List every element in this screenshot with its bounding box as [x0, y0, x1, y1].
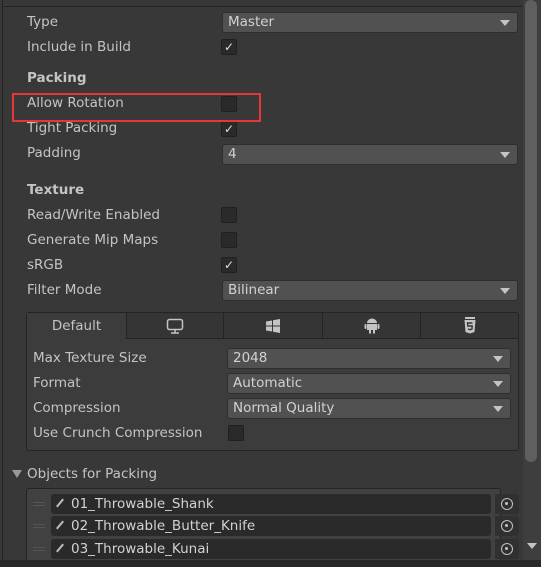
- chevron-down-icon: [500, 288, 510, 294]
- target-icon: [501, 520, 513, 532]
- list-item: 01_Throwable_Shank: [27, 493, 519, 515]
- object-field[interactable]: 01_Throwable_Shank: [51, 494, 491, 514]
- format-label: Format: [33, 375, 81, 391]
- compression-label: Compression: [33, 400, 121, 416]
- object-picker-button[interactable]: [495, 516, 519, 536]
- padding-label: Padding: [27, 145, 81, 161]
- format-dropdown[interactable]: Automatic: [227, 373, 511, 394]
- windows-icon: [266, 318, 280, 333]
- chevron-down-icon: [493, 406, 503, 412]
- padding-dropdown[interactable]: 4: [222, 144, 518, 165]
- mip-maps-checkbox[interactable]: [221, 232, 237, 248]
- chevron-down-icon: [493, 356, 503, 362]
- tab-default-label: Default: [51, 318, 102, 334]
- drag-handle-icon[interactable]: [33, 524, 45, 528]
- target-icon: [501, 543, 513, 555]
- platform-tabs: Default: [27, 313, 518, 339]
- objects-for-packing-header[interactable]: Objects for Packing: [27, 465, 157, 483]
- object-name: 01_Throwable_Shank: [71, 496, 214, 512]
- tab-android[interactable]: [323, 313, 421, 339]
- max-texture-size-label: Max Texture Size: [33, 350, 147, 366]
- highlight-box: [12, 93, 261, 122]
- objects-list: 01_Throwable_Shank 02_Throwable_Butter_K…: [26, 488, 519, 567]
- list-item: 02_Throwable_Butter_Knife: [27, 515, 519, 537]
- include-in-build-checkbox[interactable]: ✓: [221, 39, 237, 55]
- bottom-bar: [0, 560, 541, 567]
- compression-dropdown[interactable]: Normal Quality: [227, 398, 511, 419]
- foldout-triangle-icon[interactable]: [12, 470, 22, 478]
- crunch-checkbox[interactable]: [228, 425, 244, 441]
- mip-maps-label: Generate Mip Maps: [27, 232, 159, 248]
- object-picker-button[interactable]: [495, 494, 519, 514]
- max-texture-size-value: 2048: [233, 350, 268, 366]
- format-value: Automatic: [233, 375, 303, 391]
- chevron-down-icon: [493, 381, 503, 387]
- max-texture-size-dropdown[interactable]: 2048: [227, 348, 511, 369]
- filter-mode-dropdown[interactable]: Bilinear: [222, 280, 518, 301]
- texture-header: Texture: [27, 182, 85, 198]
- type-value: Master: [228, 14, 275, 30]
- include-in-build-label: Include in Build: [27, 39, 131, 55]
- object-field[interactable]: 02_Throwable_Butter_Knife: [51, 516, 491, 536]
- srgb-checkbox[interactable]: ✓: [221, 257, 237, 273]
- sprite-icon: [56, 498, 64, 508]
- type-label: Type: [27, 14, 59, 30]
- chevron-down-icon: [500, 20, 510, 26]
- filter-mode-label: Filter Mode: [27, 282, 102, 298]
- list-item: 03_Throwable_Kunai: [27, 538, 519, 560]
- object-name: 03_Throwable_Kunai: [71, 541, 210, 557]
- tab-standalone[interactable]: [127, 313, 224, 339]
- packing-header: Packing: [27, 70, 87, 86]
- tab-webgl[interactable]: [421, 313, 518, 339]
- top-divider: [3, 6, 523, 7]
- read-write-label: Read/Write Enabled: [27, 207, 160, 223]
- drag-handle-icon[interactable]: [33, 502, 45, 506]
- srgb-label: sRGB: [27, 257, 64, 273]
- object-name: 02_Throwable_Butter_Knife: [71, 518, 256, 534]
- left-border: [2, 0, 3, 567]
- type-dropdown[interactable]: Master: [222, 12, 518, 33]
- chevron-down-icon: [500, 152, 510, 158]
- sprite-icon: [56, 543, 64, 553]
- object-picker-button[interactable]: [495, 539, 519, 559]
- target-icon: [501, 498, 513, 510]
- android-icon: [364, 318, 379, 334]
- scrollbar-thumb[interactable]: [525, 0, 537, 462]
- tab-windows[interactable]: [224, 313, 323, 339]
- scroll-down-arrow-icon[interactable]: [527, 543, 537, 549]
- read-write-checkbox[interactable]: [221, 207, 237, 223]
- object-field[interactable]: 03_Throwable_Kunai: [51, 539, 491, 559]
- sprite-icon: [56, 520, 64, 530]
- compression-value: Normal Quality: [233, 400, 335, 416]
- padding-value: 4: [228, 146, 237, 162]
- tight-packing-checkbox[interactable]: ✓: [221, 121, 237, 137]
- html5-icon: [464, 317, 475, 334]
- crunch-label: Use Crunch Compression: [33, 425, 203, 441]
- drag-handle-icon[interactable]: [33, 547, 45, 551]
- vertical-scrollbar[interactable]: [523, 0, 541, 560]
- monitor-icon: [166, 318, 184, 334]
- tab-default[interactable]: Default: [27, 313, 127, 339]
- filter-mode-value: Bilinear: [228, 282, 280, 298]
